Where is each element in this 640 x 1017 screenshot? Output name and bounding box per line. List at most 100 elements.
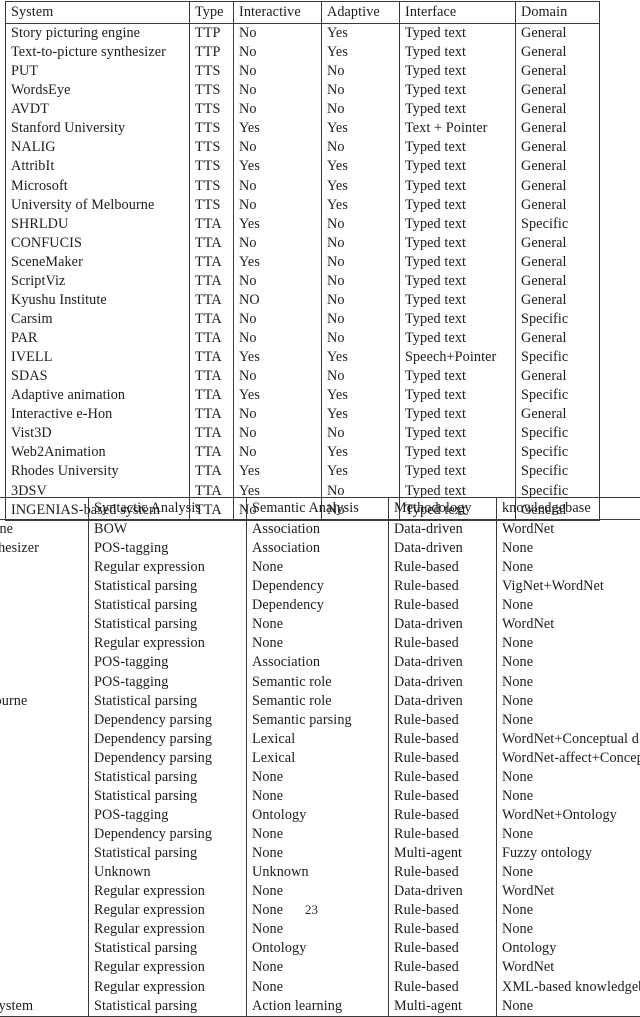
table-cell: None [497, 673, 640, 692]
table-cell: Typed text [400, 424, 516, 443]
column-header: Methodology [389, 498, 497, 520]
table-cell: POS-tagging [89, 673, 247, 692]
table-cell: Rule-based [389, 558, 497, 577]
table-cell: None [247, 882, 389, 901]
table-cell: Story picturing engine [0, 520, 89, 540]
table-cell: Typed text [400, 253, 516, 272]
table-cell: POS-tagging [89, 806, 247, 825]
table-cell: Typed text [400, 177, 516, 196]
table-cell: None [247, 558, 389, 577]
table-cell: None [497, 634, 640, 653]
table-cell: General [516, 119, 600, 138]
table-cell: TTA [190, 329, 234, 348]
table-cell: Web2Animation [0, 939, 89, 958]
table-cell: POS-tagging [89, 653, 247, 672]
table-cell: Specific [516, 310, 600, 329]
table-cell: None [497, 692, 640, 711]
table-cell: No [234, 329, 322, 348]
table-cell: TTP [190, 24, 234, 44]
table-cell: PUT [0, 558, 89, 577]
table-cell: Typed text [400, 43, 516, 62]
table-cell: ScriptViz [6, 272, 190, 291]
table-cell: General [516, 62, 600, 81]
column-header: Semantic Analysis [247, 498, 389, 520]
table-cell: Specific [516, 424, 600, 443]
table-cell: University of Melbourne [6, 196, 190, 215]
table-cell: WordsEye [6, 81, 190, 100]
table-cell: CONFUCIS [6, 234, 190, 253]
table-cell: TTS [190, 81, 234, 100]
table-cell: ScriptViz [0, 768, 89, 787]
table-row: WordsEyeStatistical parsingDependencyRul… [0, 577, 640, 596]
table-cell: Typed text [400, 272, 516, 291]
table-cell: Yes [322, 348, 400, 367]
table-cell: AttribIt [6, 157, 190, 176]
table-cell: TTS [190, 196, 234, 215]
table-cell: Unknown [89, 863, 247, 882]
table-cell: Data-driven [389, 520, 497, 540]
table-cell: No [322, 310, 400, 329]
table-cell: None [247, 787, 389, 806]
table-cell: TTS [190, 62, 234, 81]
table-cell: SceneMaker [6, 253, 190, 272]
table-cell: WordNet+Ontology [497, 806, 640, 825]
table-cell: Typed text [400, 234, 516, 253]
table-cell: WordNet-affect+Concep [497, 749, 640, 768]
table-row: Vist3DTTANoNoTyped textSpecific [6, 424, 600, 443]
table-cell: Statistical parsing [89, 596, 247, 615]
table-cell: Yes [322, 405, 400, 424]
table-cell: Adaptive animation [0, 882, 89, 901]
table-row: Story picturing engineBOWAssociationData… [0, 520, 640, 540]
table-row: Kyushu InstituteTTANONoTyped textGeneral [6, 291, 600, 310]
table-cell: Data-driven [389, 653, 497, 672]
table-row: 3DSVRegular expressionNoneRule-basedXML-… [0, 978, 640, 997]
table-cell: General [516, 329, 600, 348]
table-cell: None [247, 844, 389, 863]
table-row: SHRLDUDependency parsingSemantic parsing… [0, 711, 640, 730]
table-cell: No [322, 272, 400, 291]
table-cell: Data-driven [389, 692, 497, 711]
table-cell: SHRLDU [0, 711, 89, 730]
table-cell: Rule-based [389, 939, 497, 958]
table-row: Interactive e-HonTTANoYesTyped textGener… [6, 405, 600, 424]
table-cell: Rule-based [389, 806, 497, 825]
table-cell: General [516, 405, 600, 424]
table-cell: None [497, 863, 640, 882]
table-cell: Statistical parsing [89, 768, 247, 787]
table-cell: Rule-based [389, 730, 497, 749]
table-row: PARDependency parsingNoneRule-basedNone [0, 825, 640, 844]
table-cell: TTA [190, 443, 234, 462]
table-cell: TTA [190, 215, 234, 234]
table-cell: Statistical parsing [89, 787, 247, 806]
table-cell: No [234, 424, 322, 443]
table-cell: None [497, 920, 640, 939]
table-cell: No [322, 367, 400, 386]
table-cell: PUT [6, 62, 190, 81]
table-cell: No [322, 234, 400, 253]
table-cell: TTA [190, 310, 234, 329]
table-cell: No [322, 215, 400, 234]
table-cell: Yes [234, 157, 322, 176]
table-cell: Yes [322, 196, 400, 215]
table-row: NALIGRegular expressionNoneRule-basedNon… [0, 634, 640, 653]
table-cell: No [322, 81, 400, 100]
table-cell: INGENIAS-based system [0, 997, 89, 1017]
table-cell: IVELL [6, 348, 190, 367]
table-cell: General [516, 24, 600, 44]
table-row: AttribItTTSYesYesTyped textGeneral [6, 157, 600, 176]
table-cell: Typed text [400, 329, 516, 348]
table-cell: TTS [190, 177, 234, 196]
table-cell: None [497, 711, 640, 730]
table-cell: Yes [322, 157, 400, 176]
table-cell: Typed text [400, 443, 516, 462]
table-cell: Yes [234, 119, 322, 138]
table-cell: Text-to-picture synthesizer [0, 539, 89, 558]
table-row: NALIGTTSNoNoTyped textGeneral [6, 138, 600, 157]
table-cell: Dependency [247, 577, 389, 596]
table-cell: General [516, 157, 600, 176]
systems-overview-table: SystemTypeInteractiveAdaptiveInterfaceDo… [5, 1, 600, 521]
table-cell: Typed text [400, 81, 516, 100]
table-row: Story picturing engineTTPNoYesTyped text… [6, 24, 600, 44]
table-cell: WordNet [497, 520, 640, 540]
table-cell: General [516, 177, 600, 196]
